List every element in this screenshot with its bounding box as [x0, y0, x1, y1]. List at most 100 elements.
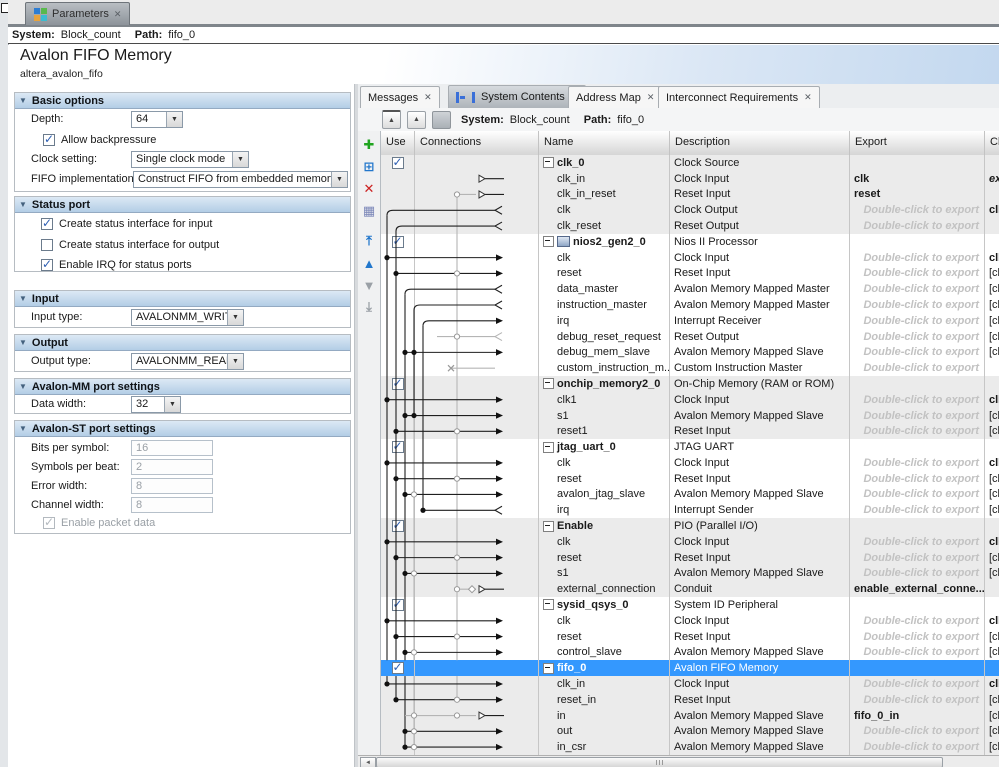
module-row-jtag_uart_0[interactable]: jtag_uart_0JTAG UART [381, 439, 999, 455]
collapse-expander-icon[interactable] [543, 663, 554, 674]
input-type-dropdown[interactable]: AVALONMM_WRITE▼ [131, 309, 244, 326]
connections-cell[interactable] [414, 281, 538, 297]
move-down-icon[interactable]: ▼ [358, 275, 380, 295]
connections-cell[interactable] [414, 566, 538, 582]
remove-icon[interactable]: ✕ [358, 179, 380, 199]
connections-cell[interactable] [414, 534, 538, 550]
export-cell[interactable]: Double-click to export [849, 613, 984, 629]
connections-cell[interactable] [414, 392, 538, 408]
clock-cell[interactable]: [clk] [984, 297, 999, 313]
port-row-irq[interactable]: irqInterrupt SenderDouble-click to expor… [381, 502, 999, 518]
export-cell[interactable] [849, 376, 984, 392]
filter-icon[interactable] [432, 111, 451, 129]
close-icon[interactable]: ✕ [424, 92, 432, 103]
clock-cell[interactable]: clk_0 [984, 613, 999, 629]
export-cell[interactable]: fifo_0_in [849, 708, 984, 724]
clock-cell[interactable]: clk_0 [984, 455, 999, 471]
port-row-s1[interactable]: s1Avalon Memory Mapped SlaveDouble-click… [381, 408, 999, 424]
clock-cell[interactable]: [clk] [984, 471, 999, 487]
port-row-clk_in[interactable]: clk_inClock Inputclkexported [381, 171, 999, 187]
clock-cell[interactable]: [clk] [984, 629, 999, 645]
clock-cell[interactable] [984, 360, 999, 376]
port-row-instruction_master[interactable]: instruction_masterAvalon Memory Mapped M… [381, 297, 999, 313]
export-cell[interactable]: Double-click to export [849, 502, 984, 518]
collapse-expander-icon[interactable] [543, 521, 554, 532]
port-row-custom_instruction_m...[interactable]: custom_instruction_m...Custom Instructio… [381, 360, 999, 376]
connections-cell[interactable] [414, 250, 538, 266]
use-checkbox[interactable] [392, 520, 404, 532]
tab-address-map[interactable]: Address Map ✕ [568, 86, 662, 108]
clock-cell[interactable]: [clk] [984, 708, 999, 724]
tab-messages[interactable]: Messages ✕ [360, 86, 440, 108]
clock-cell[interactable]: [clk] [984, 408, 999, 424]
connections-cell[interactable] [414, 408, 538, 424]
allow-backpressure-checkbox[interactable] [43, 134, 55, 146]
connections-cell[interactable] [414, 218, 538, 234]
port-row-external_connection[interactable]: external_connectionConduitenable_externa… [381, 581, 999, 597]
export-cell[interactable]: Double-click to export [849, 297, 984, 313]
port-row-control_slave[interactable]: control_slaveAvalon Memory Mapped SlaveD… [381, 644, 999, 660]
connections-cell[interactable] [414, 455, 538, 471]
export-cell[interactable]: Double-click to export [849, 202, 984, 218]
export-cell[interactable]: Double-click to export [849, 329, 984, 345]
collapse-expander-icon[interactable] [543, 599, 554, 610]
export-cell[interactable]: Double-click to export [849, 313, 984, 329]
clock-cell[interactable] [984, 518, 999, 534]
export-cell[interactable]: Double-click to export [849, 534, 984, 550]
export-cell[interactable]: Double-click to export [849, 250, 984, 266]
clock-cell[interactable] [984, 660, 999, 676]
export-cell[interactable]: enable_external_conne... [849, 581, 984, 597]
horizontal-scrollbar[interactable]: ◄ [358, 755, 999, 767]
collapse-expander-icon[interactable] [543, 236, 554, 247]
port-row-reset[interactable]: resetReset InputDouble-click to export[c… [381, 266, 999, 282]
connections-cell[interactable] [414, 550, 538, 566]
clock-cell[interactable]: clk_0 [984, 202, 999, 218]
port-row-data_master[interactable]: data_masterAvalon Memory Mapped MasterDo… [381, 281, 999, 297]
clock-cell[interactable]: clk_0 [984, 534, 999, 550]
port-row-clk[interactable]: clkClock InputDouble-click to exportclk_… [381, 455, 999, 471]
export-cell[interactable]: Double-click to export [849, 281, 984, 297]
connections-cell[interactable] [414, 155, 538, 171]
port-row-clk[interactable]: clkClock InputDouble-click to exportclk_… [381, 250, 999, 266]
clock-cell[interactable]: [clk] [984, 502, 999, 518]
export-cell[interactable] [849, 660, 984, 676]
collapse-all-button[interactable]: ▲ [382, 110, 401, 129]
connections-cell[interactable] [414, 487, 538, 503]
move-up-icon[interactable]: ▲ [358, 253, 380, 273]
module-row-clk_0[interactable]: clk_0Clock Source [381, 155, 999, 171]
clock-cell[interactable] [984, 155, 999, 171]
connections-cell[interactable] [414, 313, 538, 329]
clock-cell[interactable]: clk_0 [984, 676, 999, 692]
tab-interconnect-requirements[interactable]: Interconnect Requirements ✕ [658, 86, 820, 108]
bits-per-symbol-field[interactable]: 16 [131, 440, 213, 456]
connections-cell[interactable] [414, 581, 538, 597]
use-checkbox[interactable] [392, 236, 404, 248]
scrollbar-thumb[interactable] [376, 757, 943, 767]
connections-cell[interactable] [414, 187, 538, 203]
connections-cell[interactable] [414, 439, 538, 455]
error-width-field[interactable]: 8 [131, 478, 213, 494]
fifo-impl-dropdown[interactable]: Construct FIFO from embedded memory bloc… [133, 171, 348, 188]
tab-system-contents[interactable]: System Contents ✕ [448, 85, 586, 108]
module-row-fifo_0[interactable]: fifo_0Avalon FIFO Memory [381, 660, 999, 676]
export-cell[interactable]: Double-click to export [849, 392, 984, 408]
section-header-avalon-mm[interactable]: ▼ Avalon-MM port settings [15, 379, 350, 395]
export-cell[interactable] [849, 518, 984, 534]
clock-cell[interactable] [984, 581, 999, 597]
export-cell[interactable]: reset [849, 187, 984, 203]
connections-cell[interactable] [414, 376, 538, 392]
connections-cell[interactable] [414, 629, 538, 645]
use-checkbox[interactable] [392, 662, 404, 674]
clock-cell[interactable]: clk_0 [984, 392, 999, 408]
add-component-icon[interactable]: ✚ [358, 135, 380, 155]
connections-cell[interactable] [414, 502, 538, 518]
status-output-checkbox[interactable] [41, 239, 53, 251]
connections-cell[interactable] [414, 676, 538, 692]
clock-cell[interactable]: [clk] [984, 550, 999, 566]
data-width-dropdown[interactable]: 32▼ [131, 396, 181, 413]
connections-cell[interactable] [414, 708, 538, 724]
export-cell[interactable]: Double-click to export [849, 344, 984, 360]
add-connection-icon[interactable]: ⊞ [358, 157, 380, 177]
clock-cell[interactable]: [clk] [984, 281, 999, 297]
clock-cell[interactable] [984, 187, 999, 203]
